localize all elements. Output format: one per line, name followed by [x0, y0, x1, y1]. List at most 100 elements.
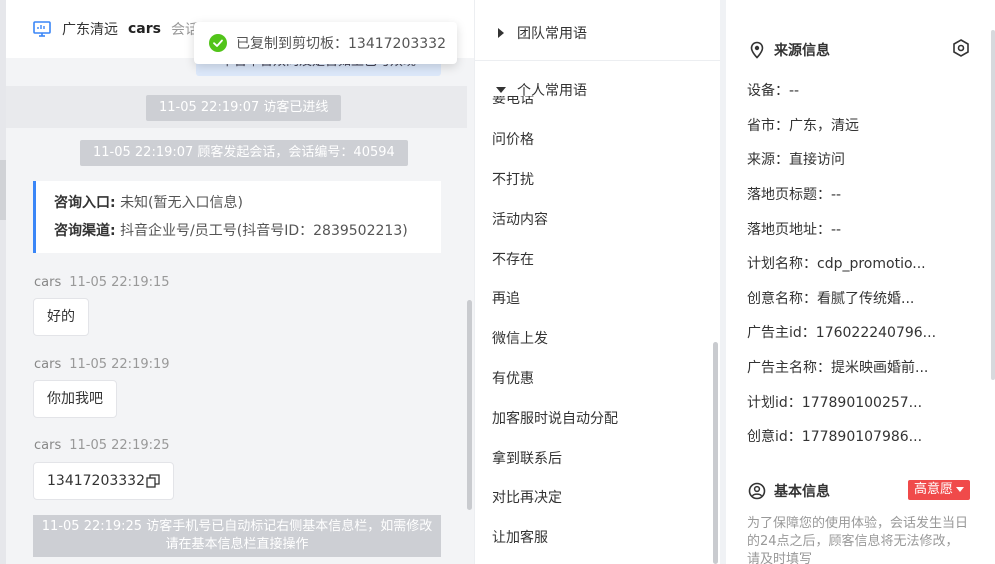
entry-info-card: 咨询入口: 未知(暂无入口信息) 咨询渠道: 抖音企业号/员工号(抖音号ID：2…: [33, 181, 441, 253]
info-row-landing-title: 落地页标题：--: [747, 184, 977, 204]
channel-row: 咨询渠道: 抖音企业号/员工号(抖音号ID：2839502213): [54, 221, 441, 249]
phrases-scrollbar[interactable]: [713, 342, 718, 564]
info-value: cdp_promotio...: [817, 256, 926, 272]
info-label: 广告主名称：: [747, 360, 831, 376]
chat-panel: 广东清远 cars 会话 下台平台双向及是否如上已与双现 11-05 22:19…: [0, 0, 474, 564]
info-value: 看腻了传统婚...: [817, 291, 915, 307]
channel-value: 抖音企业号/员工号(抖音号ID：2839502213): [120, 223, 408, 239]
info-value: 176022240796...: [815, 325, 937, 341]
system-message: 11-05 22:19:07 访客已进线: [146, 95, 342, 121]
phrase-item[interactable]: 再追: [492, 288, 520, 308]
system-message: 11-05 22:19:07 顾客发起会话，会话编号：40594: [80, 140, 408, 166]
chat-scrollbar[interactable]: [467, 300, 472, 510]
info-scrollbar[interactable]: [991, 30, 995, 380]
info-label: 落地页标题：: [747, 187, 831, 203]
info-row-device: 设备：--: [747, 80, 977, 100]
caret-down-icon: [496, 87, 506, 93]
entry-row: 咨询入口: 未知(暂无入口信息): [54, 193, 441, 221]
system-message: 11-05 22:19:25 访客手机号已自动标记右侧基本信息栏，如需修改请在基…: [33, 515, 441, 557]
info-label: 创意名称：: [747, 291, 817, 307]
info-label: 创意id：: [747, 429, 802, 445]
team-phrases-group[interactable]: 团队常用语: [495, 23, 587, 43]
left-strip-handle[interactable]: [0, 160, 6, 220]
phrase-item[interactable]: 问价格: [492, 129, 534, 149]
message-time: 11-05 22:19:19: [69, 357, 170, 372]
section-title-text: 来源信息: [774, 43, 830, 59]
message-bubble[interactable]: 你加我吧: [33, 380, 117, 418]
message-meta: cars 11-05 22:19:15: [34, 275, 170, 290]
info-value: 广东，清远: [789, 118, 859, 134]
left-strip: [0, 0, 6, 564]
phrase-item[interactable]: 微信上发: [492, 328, 548, 348]
phrase-item[interactable]: 拿到联系后: [492, 448, 562, 468]
entry-value: 未知(暂无入口信息): [120, 195, 243, 211]
phrase-item-partial[interactable]: 要电话: [492, 96, 552, 106]
message-meta: cars 11-05 22:19:19: [34, 357, 170, 372]
message-text: 好的: [47, 309, 75, 325]
message-sender: cars: [34, 438, 62, 453]
divider: [475, 60, 720, 61]
phrase-item[interactable]: 有优惠: [492, 368, 534, 388]
info-label: 计划id：: [747, 395, 802, 411]
message-meta: cars 11-05 22:19:25: [34, 438, 170, 453]
info-row-creative-name: 创意名称：看腻了传统婚...: [747, 288, 977, 308]
chevron-down-icon: [956, 487, 965, 492]
copy-icon[interactable]: [146, 474, 160, 488]
info-row-advertiser-id: 广告主id：176022240796...: [747, 322, 977, 342]
monitor-icon: [33, 21, 51, 37]
badge-text: 高意愿: [914, 482, 954, 497]
phrase-item[interactable]: 让加客服: [492, 527, 548, 547]
message-text: 13417203332: [47, 473, 145, 489]
visitor-info-panel: 来源信息 设备：-- 省市：广东，清远 来源：直接访问 落地页标题：-- 落地页…: [726, 0, 995, 564]
group-label: 团队常用语: [517, 26, 587, 42]
customer-service-workspace: 广东清远 cars 会话 下台平台双向及是否如上已与双现 11-05 22:19…: [0, 0, 995, 564]
caret-right-icon: [498, 28, 504, 38]
copy-toast: 已复制到剪切板：13417203332: [194, 22, 457, 64]
location-pin-icon: [750, 41, 764, 59]
message-text: 你加我吧: [47, 391, 103, 407]
info-label: 来源：: [747, 152, 789, 168]
toast-text: 已复制到剪切板：13417203332: [236, 36, 446, 52]
intent-level-dropdown[interactable]: 高意愿: [908, 480, 971, 500]
phrase-item[interactable]: 加客服时说自动分配: [492, 408, 618, 428]
message-bubble[interactable]: 好的: [33, 298, 89, 336]
info-row-plan-id: 计划id：177890100257...: [747, 392, 977, 412]
message-sender: cars: [34, 275, 62, 290]
info-value: 177890100257...: [801, 395, 923, 411]
info-row-creative-id: 创意id：177890107986...: [747, 426, 977, 446]
phrase-item[interactable]: 不打扰: [492, 169, 534, 189]
info-row-province: 省市：广东，清远: [747, 115, 977, 135]
info-label: 计划名称：: [747, 256, 817, 272]
phrase-item[interactable]: 不存在: [492, 249, 534, 269]
check-circle-icon: [209, 34, 227, 52]
info-label: 落地页地址：: [747, 222, 831, 238]
message-sender: cars: [34, 357, 62, 372]
edit-notice: 为了保障您的使用体验，会话发生当日的24点之后，顾客信息将无法修改，请及时填写: [747, 516, 969, 564]
info-label: 设备：: [747, 83, 789, 99]
phrases-panel: 团队常用语 个人常用语 要电话 问价格 不打扰 活动内容 不存在 再追 微信上发…: [474, 0, 720, 564]
info-value: 177890107986...: [801, 429, 923, 445]
message-time: 11-05 22:19:15: [69, 275, 170, 290]
message-bubble[interactable]: 13417203332: [33, 462, 174, 500]
phrase-text: 要电话: [492, 96, 534, 106]
info-row-landing-url: 落地页地址：--: [747, 219, 977, 239]
info-label: 省市：: [747, 118, 789, 134]
phrase-item[interactable]: 活动内容: [492, 209, 548, 229]
source-info-title: 来源信息: [748, 40, 830, 60]
info-value: --: [831, 222, 842, 238]
info-value: 直接访问: [789, 152, 845, 168]
message-time: 11-05 22:19:25: [69, 438, 170, 453]
channel-label: 咨询渠道:: [54, 223, 116, 239]
phrase-item[interactable]: 对比再决定: [492, 487, 562, 507]
basic-info-title: 基本信息: [748, 481, 830, 501]
hexagon-settings-icon[interactable]: [951, 38, 971, 58]
info-row-advertiser-name: 广告主名称：提米映画婚前...: [747, 357, 977, 377]
user-circle-icon: [748, 482, 766, 500]
visitor-region: 广东清远: [62, 22, 118, 38]
info-value: --: [789, 83, 800, 99]
info-label: 广告主id：: [747, 325, 816, 341]
info-row-plan-name: 计划名称：cdp_promotio...: [747, 253, 977, 273]
info-value: 提米映画婚前...: [831, 360, 929, 376]
info-value: --: [831, 187, 842, 203]
entry-label: 咨询入口:: [54, 195, 116, 211]
